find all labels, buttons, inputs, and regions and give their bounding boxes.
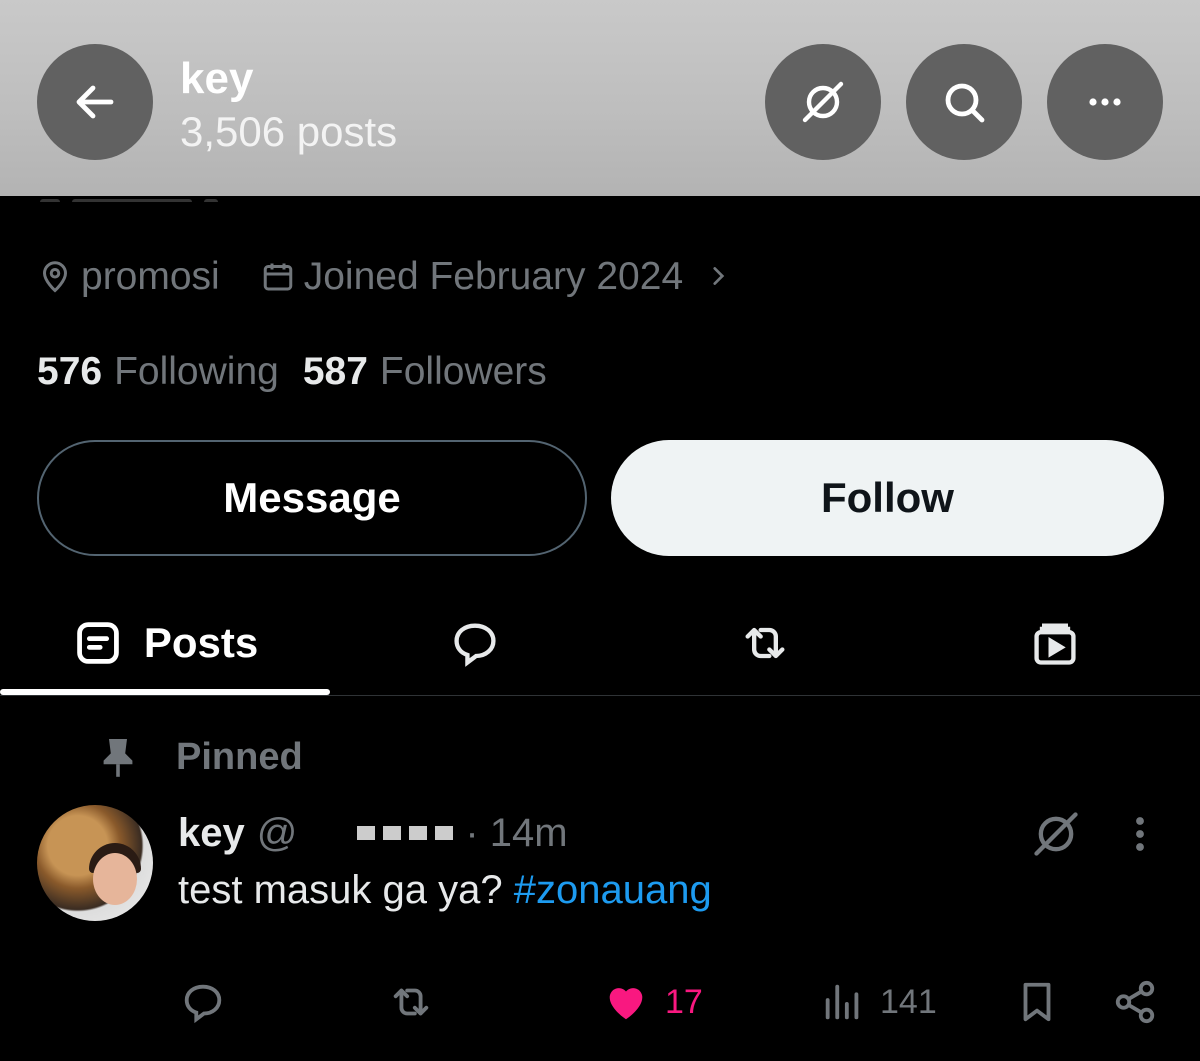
tab-replies[interactable] <box>410 590 540 696</box>
like-count: 17 <box>665 982 703 1021</box>
hashtag-link[interactable]: #zonauang <box>514 868 712 912</box>
reply-button[interactable] <box>180 972 226 1032</box>
location-text: promosi <box>81 255 220 298</box>
more-vertical-icon[interactable] <box>1120 808 1160 860</box>
profile-tabs: Posts <box>0 590 1200 696</box>
heart-filled-icon <box>609 988 643 1020</box>
profile-header: key 3,506 posts <box>0 0 1200 196</box>
video-icon <box>1034 623 1076 665</box>
calendar-icon <box>260 259 296 295</box>
share-icon <box>1115 980 1155 1024</box>
view-count: 141 <box>880 982 937 1021</box>
redacted-handle <box>357 826 461 840</box>
back-button[interactable] <box>37 44 153 160</box>
grok-icon <box>802 81 844 123</box>
post-timestamp[interactable]: · 14m <box>465 811 567 856</box>
bookmark-icon <box>1023 982 1051 1022</box>
post-actions: 17 141 <box>0 972 1200 1032</box>
tab-posts[interactable]: Posts <box>0 590 330 696</box>
post-header: key @ · 14m <box>178 805 568 861</box>
repost-icon <box>745 627 785 659</box>
posts-icon <box>77 622 119 664</box>
follow-counts: 576 Following 587 Followers <box>37 350 547 394</box>
share-button[interactable] <box>1112 972 1158 1032</box>
profile-meta: promosi Joined February 2024 <box>37 252 731 302</box>
tab-posts-label: Posts <box>143 619 259 666</box>
follow-button[interactable]: Follow <box>611 440 1164 556</box>
reply-icon <box>184 984 222 1024</box>
message-button[interactable]: Message <box>37 440 587 556</box>
clipped-handle-remnant <box>40 192 260 202</box>
header-name: key <box>180 54 254 103</box>
post-author-name[interactable]: key <box>178 811 245 856</box>
location-pin-icon <box>37 259 73 295</box>
active-tab-indicator <box>0 689 330 695</box>
like-button[interactable]: 17 <box>603 972 703 1032</box>
bookmark-button[interactable] <box>1014 972 1060 1032</box>
chevron-right-icon[interactable] <box>705 255 731 299</box>
views-button[interactable]: 141 <box>820 972 937 1032</box>
followers-link[interactable]: 587 Followers <box>303 350 547 394</box>
post-author-handle[interactable]: @ <box>257 811 298 856</box>
tab-videos[interactable] <box>990 590 1120 696</box>
views-icon <box>825 984 859 1020</box>
avatar[interactable] <box>37 805 153 921</box>
arrow-left-icon <box>76 85 114 119</box>
reply-icon <box>454 623 496 667</box>
repost-icon <box>393 988 429 1016</box>
header-post-count: 3,506 posts <box>180 108 398 155</box>
more-horizontal-icon <box>1089 98 1121 106</box>
joined-date[interactable]: Joined February 2024 <box>304 255 683 299</box>
grok-button[interactable] <box>765 44 881 160</box>
pinned-label: Pinned <box>100 732 303 782</box>
grok-icon[interactable] <box>1030 808 1082 860</box>
more-button[interactable] <box>1047 44 1163 160</box>
post-text: test masuk ga ya? #zonauang <box>178 868 712 912</box>
pin-icon <box>103 739 133 777</box>
search-button[interactable] <box>906 44 1022 160</box>
following-link[interactable]: 576 Following <box>37 350 279 394</box>
search-icon <box>945 83 985 123</box>
repost-button[interactable] <box>388 972 434 1032</box>
tab-reposts[interactable] <box>700 590 830 696</box>
